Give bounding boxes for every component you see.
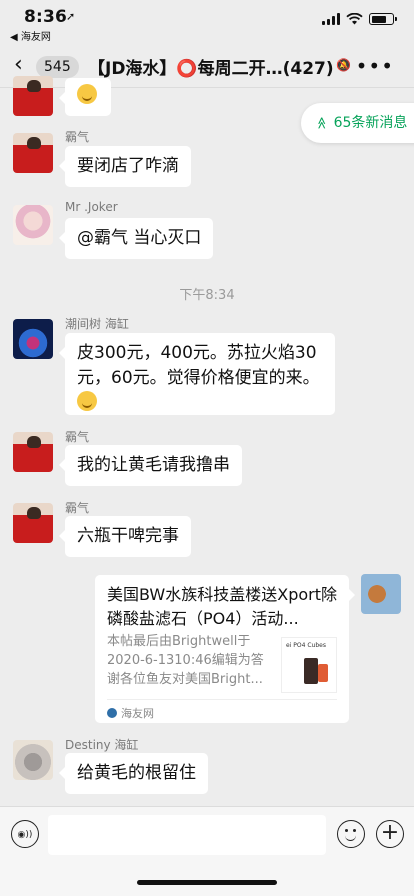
link-card-thumbnail: ei PO4 Cubes	[281, 637, 337, 693]
avatar[interactable]	[13, 503, 53, 543]
location-icon: ➚	[66, 10, 76, 23]
timestamp: 下午8:34	[179, 288, 235, 303]
avatar[interactable]	[13, 133, 53, 173]
smile-emoji-icon	[77, 391, 97, 411]
link-card-source-label: 海友网	[121, 707, 154, 720]
message-bubble[interactable]: @霸气 当心灭口	[58, 218, 214, 259]
link-card[interactable]: 美国BW水族科技盖楼送Xport除磷酸盐滤石（PO4）活动... 本帖最后由Br…	[95, 575, 355, 723]
status-time: 8:36	[24, 7, 68, 27]
back-button[interactable]: ‹	[14, 54, 23, 76]
message-bubble[interactable]: 我的让黄毛请我撸串	[59, 445, 242, 486]
sender-name: 潮间树 海缸	[65, 317, 129, 331]
mute-icon: 🔕	[336, 58, 351, 72]
signal-icon	[322, 13, 340, 25]
more-actions-button[interactable]: +	[376, 820, 404, 848]
avatar[interactable]	[13, 205, 53, 245]
message-bubble[interactable]: 给黄毛的根留住	[59, 753, 208, 794]
self-avatar[interactable]	[361, 574, 401, 614]
avatar[interactable]	[13, 432, 53, 472]
sender-name: 霸气	[65, 430, 90, 444]
message-input[interactable]	[48, 815, 326, 855]
source-icon	[107, 708, 117, 718]
message-bubble[interactable]	[59, 78, 111, 116]
link-card-title: 美国BW水族科技盖楼送Xport除磷酸盐滤石（PO4）活动...	[107, 585, 337, 628]
sender-name: Mr .Joker	[65, 200, 118, 214]
status-icons	[322, 13, 397, 25]
message-bubble[interactable]: 六瓶干啤完事	[59, 516, 191, 557]
voice-icon: ◉))	[17, 830, 33, 840]
chat-header: ‹ 545 【JD海水】⭕每周二开…(427) 🔕 •••	[0, 44, 414, 88]
avatar[interactable]	[13, 76, 53, 116]
sender-name: Destiny 海缸	[65, 738, 139, 752]
chat-title: 【JD海水】⭕每周二开…(427)	[88, 59, 334, 79]
battery-icon	[369, 13, 397, 25]
voice-input-button[interactable]: ◉))	[11, 820, 39, 848]
sender-name: 霸气	[65, 501, 90, 515]
new-messages-label: 65条新消息	[333, 115, 408, 131]
message-bubble[interactable]: 要闭店了咋滴	[59, 146, 191, 187]
new-messages-button[interactable]: ≫ 65条新消息	[301, 103, 414, 143]
thumbnail-text: ei PO4 Cubes	[286, 642, 326, 649]
status-bar: 8:36 ➚ ◀ 海友网	[0, 0, 414, 44]
home-indicator	[137, 880, 277, 885]
avatar[interactable]	[13, 740, 53, 780]
wifi-icon	[346, 13, 363, 25]
more-button[interactable]: •••	[356, 54, 394, 78]
back-to-app-link[interactable]: ◀ 海友网	[10, 28, 51, 43]
laugh-emoji-icon	[77, 84, 97, 104]
double-up-arrow-icon: ≫	[314, 116, 329, 130]
emoji-button[interactable]	[337, 820, 365, 848]
avatar[interactable]	[13, 319, 53, 359]
message-bubble[interactable]: 皮300元，400元。苏拉火焰30元，60元。觉得价格便宜的来。	[59, 333, 335, 415]
link-card-description: 本帖最后由Brightwell于2020-6-1310:46编辑为答谢各位鱼友对…	[107, 634, 264, 687]
message-text: 皮300元，400元。苏拉火焰30元，60元。觉得价格便宜的来。	[77, 343, 320, 388]
sender-name: 霸气	[65, 130, 90, 144]
divider	[107, 699, 337, 700]
link-card-source: 海友网	[107, 705, 154, 721]
unread-count-badge[interactable]: 545	[36, 56, 79, 78]
